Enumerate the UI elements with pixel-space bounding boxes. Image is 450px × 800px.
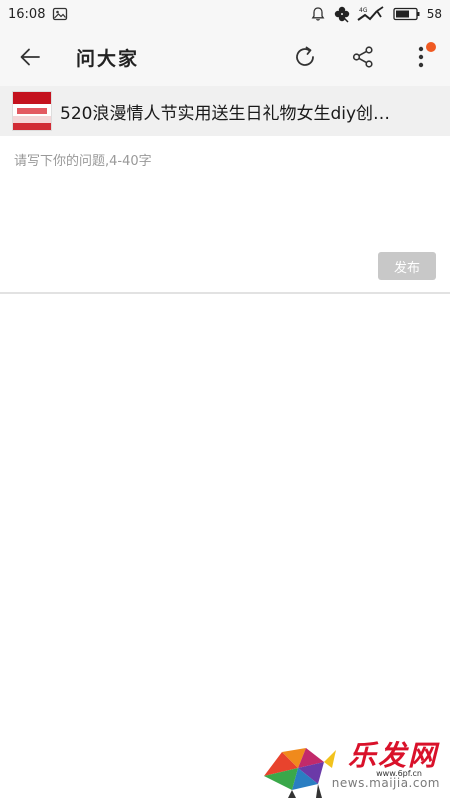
notification-dot xyxy=(426,42,436,52)
app-bar: 问大家 xyxy=(0,28,450,86)
publish-button[interactable]: 发布 xyxy=(378,252,436,280)
article-header[interactable]: 520浪漫情人节实用送生日礼物女生diy创… xyxy=(0,86,450,136)
back-arrow-icon xyxy=(20,48,40,66)
thumbnail-strip xyxy=(13,116,51,123)
question-input[interactable] xyxy=(14,150,434,250)
article-title: 520浪漫情人节实用送生日礼物女生diy创… xyxy=(60,103,391,124)
watermark-domain: news.maijia.com xyxy=(331,776,440,790)
watermark: 乐发网 www.6pf.cn news.maijia.com xyxy=(258,730,448,800)
article-thumbnail xyxy=(12,91,52,131)
watermark-logo-icon xyxy=(264,748,336,798)
back-button[interactable] xyxy=(0,28,60,86)
thumbnail-label xyxy=(17,108,47,114)
question-area: 发布 xyxy=(0,136,450,292)
share-icon xyxy=(352,46,373,68)
signal-icon: 4G xyxy=(357,5,387,23)
more-button[interactable] xyxy=(392,28,450,86)
share-button[interactable] xyxy=(334,28,392,86)
status-time: 16:08 xyxy=(8,6,46,22)
status-right: 4G 58 xyxy=(309,5,442,23)
thumbnail-footer xyxy=(13,123,51,130)
clover-icon xyxy=(333,5,351,23)
status-left: 16:08 xyxy=(8,5,69,23)
bell-icon xyxy=(309,5,327,23)
battery-level: 58 xyxy=(426,7,442,21)
page-title: 问大家 xyxy=(76,47,140,70)
network-type-label: 4G xyxy=(359,7,368,14)
thumbnail-banner xyxy=(13,92,51,104)
refresh-icon xyxy=(296,46,314,66)
status-bar: 16:08 4G 58 xyxy=(0,0,450,28)
battery-icon xyxy=(393,5,421,23)
divider xyxy=(0,292,450,294)
watermark-name: 乐发网 xyxy=(347,739,438,772)
refresh-button[interactable] xyxy=(276,28,334,86)
more-vertical-icon xyxy=(418,46,424,68)
image-icon xyxy=(51,5,69,23)
